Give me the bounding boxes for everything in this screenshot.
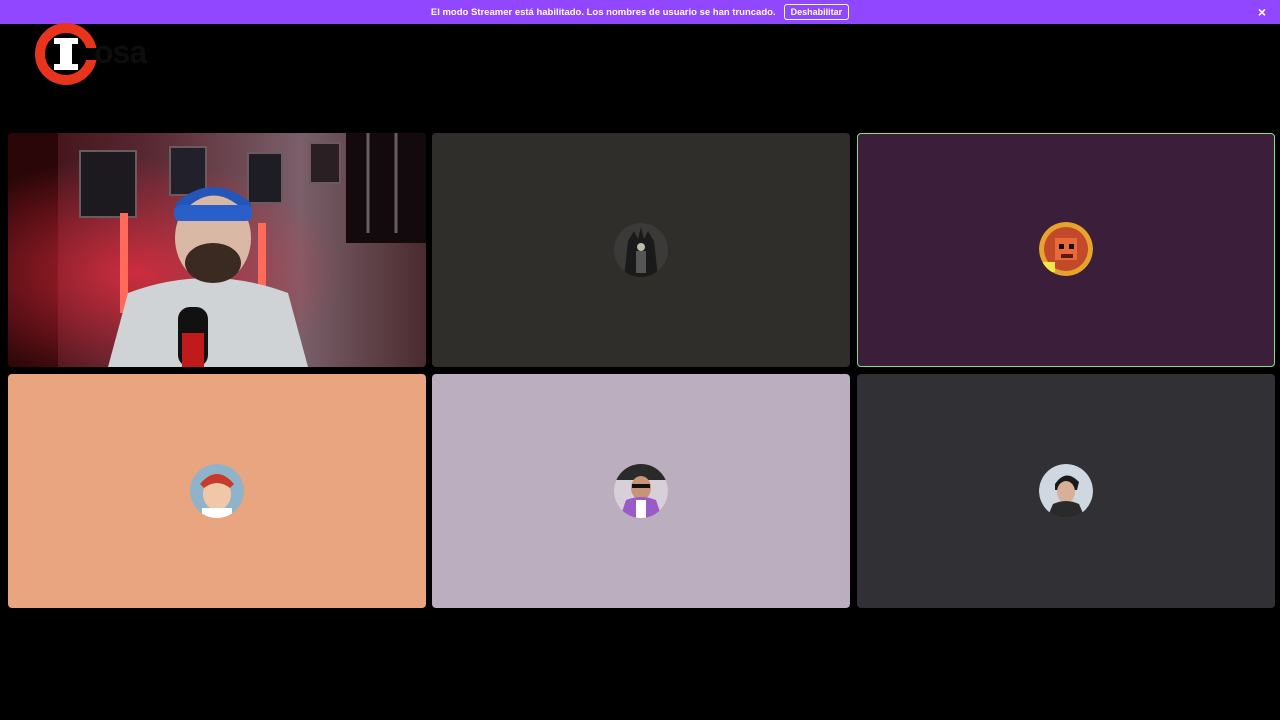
participant-tile-speaking[interactable] [857,133,1275,367]
participant-tile[interactable] [8,374,426,608]
channel-logo: osa [32,20,182,90]
participant-tile[interactable] [432,133,850,367]
streamer-mode-message: El modo Streamer está habilitado. Los no… [430,6,776,18]
logo-wordmark: osa [94,34,147,70]
logo-ring-icon [35,23,100,85]
pixel-lion-avatar-icon [1039,222,1093,276]
participant-tile[interactable] [432,374,850,608]
man-portrait-avatar-icon [1039,464,1093,518]
iron-throne-avatar-icon [614,223,668,277]
participant-tile[interactable] [857,374,1275,608]
webcam-video-feed [8,133,426,367]
streamer-mode-banner: El modo Streamer está habilitado. Los no… [0,0,1280,24]
cartoon-redhead-avatar-icon [190,464,244,518]
disable-streamer-mode-button[interactable]: Deshabilitar [783,4,850,20]
man-sunglasses-avatar-icon [614,464,668,518]
close-icon[interactable]: × [1254,4,1270,20]
participant-tile-video[interactable] [8,133,426,367]
